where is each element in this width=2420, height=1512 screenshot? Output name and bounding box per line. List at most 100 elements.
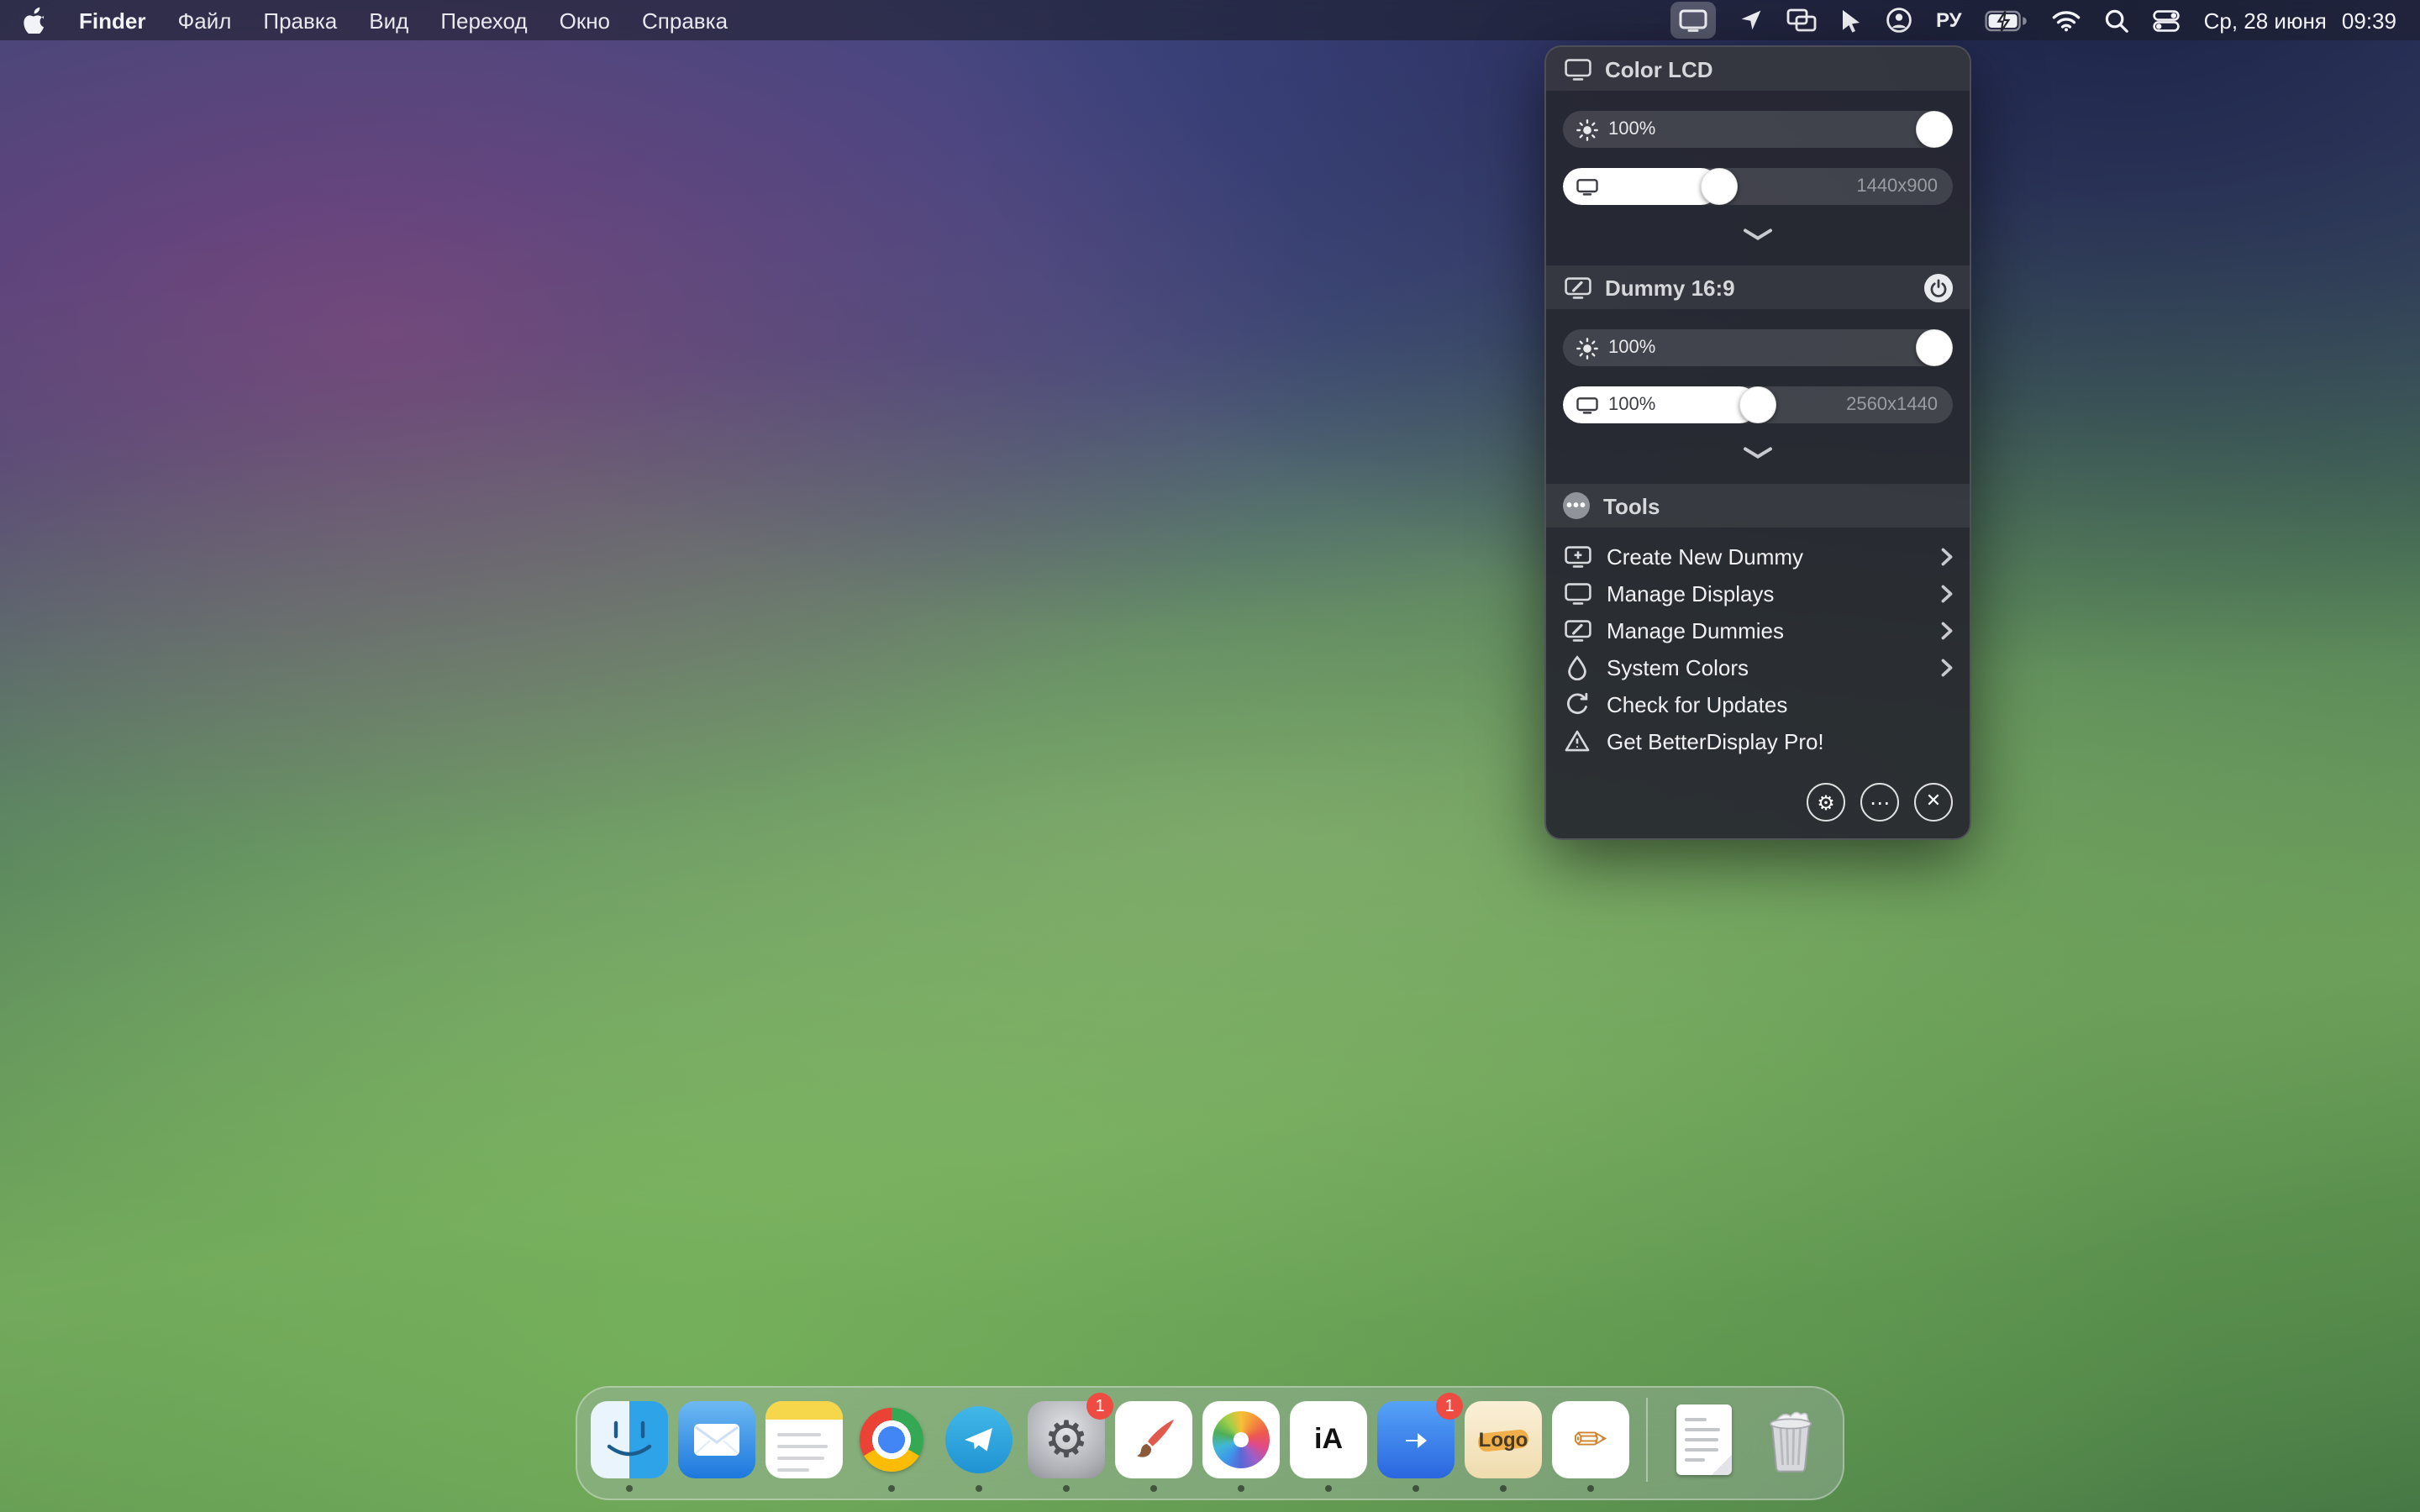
notification-badge: 1 — [1086, 1393, 1113, 1420]
display2-power-toggle[interactable] — [1924, 273, 1953, 302]
menu-bar-left: Finder Файл Правка Вид Переход Окно Спра… — [24, 3, 728, 37]
tools-menu: Create New Dummy Manage Displays Manage — [1546, 528, 1970, 763]
brightness-label-row: 100% — [1576, 329, 1655, 366]
menu-item-check-for-updates[interactable]: Check for Updates — [1546, 685, 1970, 722]
menu-help[interactable]: Справка — [642, 8, 728, 33]
display2-brightness-value: 100% — [1608, 338, 1655, 358]
slider-knob[interactable] — [1916, 111, 1953, 148]
dock-item-finder[interactable] — [591, 1401, 668, 1478]
notes-lines — [765, 1420, 843, 1472]
tools-title: Tools — [1603, 493, 1660, 518]
running-indicator — [1150, 1485, 1157, 1492]
dock-item-mail[interactable] — [678, 1401, 755, 1478]
input-source-indicator[interactable]: РУ — [1936, 3, 1962, 37]
dock-item-chrome[interactable] — [853, 1401, 930, 1478]
running-indicator — [1413, 1485, 1419, 1492]
dock-item-document[interactable] — [1665, 1401, 1742, 1478]
dock: ⚙ 1 iA 1 — [576, 1386, 1844, 1500]
display2-brightness-slider[interactable]: 100% — [1563, 329, 1953, 366]
finder-icon — [591, 1401, 668, 1478]
dock-item-pencil-editor[interactable]: ✏ — [1552, 1401, 1629, 1478]
menu-bar: Finder Файл Правка Вид Переход Окно Спра… — [0, 0, 2420, 40]
logo-app-icon: Logo — [1465, 1401, 1542, 1478]
more-button[interactable]: ⋯ — [1860, 783, 1899, 822]
display2-controls: 100% 100% 2560x1440 — [1546, 309, 1970, 464]
dock-item-ia-writer[interactable]: iA — [1290, 1401, 1367, 1478]
menu-item-create-new-dummy[interactable]: Create New Dummy — [1546, 538, 1970, 575]
pointer-icon[interactable] — [1840, 3, 1862, 37]
notification-badge: 1 — [1436, 1393, 1463, 1420]
wifi-icon[interactable] — [2053, 3, 2081, 37]
gear-icon: ⚙ — [1817, 792, 1835, 812]
user-icon[interactable] — [1886, 3, 1912, 37]
resolution-label-row: 100% — [1576, 386, 1655, 423]
dock-item-notes[interactable] — [765, 1401, 843, 1478]
slider-knob[interactable] — [1739, 386, 1776, 423]
screen-mirroring-icon[interactable] — [1786, 3, 1817, 37]
apple-icon — [24, 7, 47, 34]
input-source-label: РУ — [1936, 8, 1962, 32]
notes-icon — [765, 1401, 843, 1478]
display1-expand-button[interactable] — [1563, 222, 1953, 245]
display1-resolution-value: 1440x900 — [1856, 168, 1938, 205]
display1-resolution-slider[interactable]: 1440x900 — [1563, 168, 1953, 205]
betterdisplay-menubar-icon[interactable] — [1670, 2, 1716, 39]
dock-item-logo-app[interactable]: Logo — [1465, 1401, 1542, 1478]
droplet-icon — [1563, 654, 1591, 680]
close-icon: ✕ — [1926, 793, 1941, 811]
brightness-label-row: 100% — [1576, 111, 1655, 148]
logo-app-label: Logo — [1479, 1428, 1528, 1452]
document-icon — [1665, 1401, 1742, 1478]
menu-item-label: Manage Displays — [1607, 580, 1774, 606]
slider-knob[interactable] — [1916, 329, 1953, 366]
display2-resolution-slider[interactable]: 100% 2560x1440 — [1563, 386, 1953, 423]
menu-app-name[interactable]: Finder — [79, 8, 145, 33]
menu-view[interactable]: Вид — [369, 8, 408, 33]
menu-go[interactable]: Переход — [440, 8, 527, 33]
running-indicator — [1325, 1485, 1332, 1492]
display-icon — [1563, 582, 1591, 604]
sun-icon — [1576, 118, 1598, 140]
display2-expand-button[interactable] — [1563, 440, 1953, 464]
ellipsis-circle-icon: ••• — [1563, 492, 1590, 519]
control-center-icon[interactable] — [2154, 3, 2181, 37]
ellipsis-icon: ⋯ — [1870, 792, 1890, 812]
slider-knob[interactable] — [1701, 168, 1738, 205]
dock-item-screen-share[interactable]: 1 — [1377, 1401, 1455, 1478]
display1-controls: 100% 1440x900 — [1546, 91, 1970, 245]
chrome-icon — [853, 1401, 930, 1478]
display2-resolution-value: 2560x1440 — [1846, 386, 1938, 423]
running-indicator — [626, 1485, 633, 1492]
menu-window[interactable]: Окно — [560, 8, 610, 33]
chevron-right-icon — [1941, 658, 1953, 676]
spotlight-icon[interactable] — [2105, 3, 2130, 37]
apple-menu[interactable] — [24, 3, 47, 37]
clock[interactable]: Ср, 28 июня 09:39 — [2204, 8, 2396, 33]
display1-brightness-value: 100% — [1608, 119, 1655, 139]
dock-item-trash[interactable] — [1752, 1401, 1829, 1478]
display1-brightness-slider[interactable]: 100% — [1563, 111, 1953, 148]
menu-item-system-colors[interactable]: System Colors — [1546, 648, 1970, 685]
settings-button[interactable]: ⚙ — [1807, 783, 1845, 822]
panel-footer: ⚙ ⋯ ✕ — [1546, 763, 1970, 838]
dock-divider — [1646, 1398, 1648, 1482]
dock-item-telegram[interactable] — [940, 1401, 1018, 1478]
resolution-label-row — [1576, 168, 1598, 205]
dock-item-photos[interactable] — [1202, 1401, 1280, 1478]
menu-item-label: Get BetterDisplay Pro! — [1607, 728, 1824, 753]
menu-item-manage-dummies[interactable]: Manage Dummies — [1546, 612, 1970, 648]
menu-item-get-pro[interactable]: Get BetterDisplay Pro! — [1546, 722, 1970, 759]
menu-item-manage-displays[interactable]: Manage Displays — [1546, 575, 1970, 612]
display1-header: Color LCD — [1546, 47, 1970, 91]
battery-charging-icon[interactable] — [1986, 3, 2029, 37]
display2-header: Dummy 16:9 — [1546, 265, 1970, 309]
menu-edit[interactable]: Правка — [263, 8, 337, 33]
location-icon[interactable] — [1739, 3, 1763, 37]
dock-item-system-settings[interactable]: ⚙ 1 — [1028, 1401, 1105, 1478]
close-button[interactable]: ✕ — [1914, 783, 1953, 822]
trash-icon — [1752, 1401, 1829, 1478]
running-indicator — [1500, 1485, 1507, 1492]
document-page — [1676, 1404, 1731, 1475]
menu-file[interactable]: Файл — [177, 8, 231, 33]
dock-item-paint[interactable] — [1115, 1401, 1192, 1478]
